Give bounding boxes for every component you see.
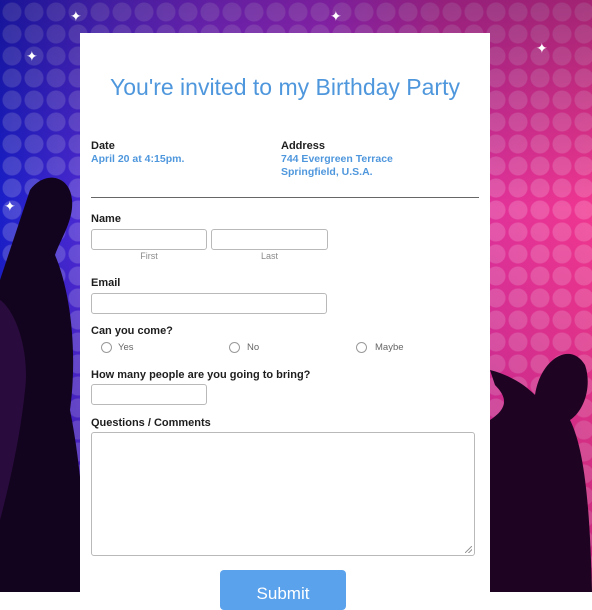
- dancer-silhouette-left: [0, 177, 88, 592]
- sparkle-icon: ✦: [536, 40, 548, 56]
- attend-label: Can you come?: [91, 325, 173, 337]
- email-label: Email: [91, 277, 121, 289]
- radio-maybe[interactable]: [356, 342, 367, 353]
- address-line-2: Springfield, U.S.A.: [281, 166, 373, 178]
- radio-yes-label: Yes: [118, 342, 134, 353]
- sparkle-icon: ✦: [330, 8, 342, 24]
- last-name-input[interactable]: [211, 229, 328, 250]
- section-divider: [91, 197, 479, 198]
- radio-maybe-label: Maybe: [375, 342, 404, 353]
- sparkle-icon: ✦: [26, 48, 38, 64]
- page-title: You're invited to my Birthday Party: [110, 74, 460, 100]
- comments-textarea[interactable]: [91, 432, 475, 556]
- comments-label: Questions / Comments: [91, 417, 211, 429]
- guests-label: How many people are you going to bring?: [91, 369, 311, 381]
- first-name-input[interactable]: [91, 229, 207, 250]
- name-label: Name: [91, 213, 121, 225]
- radio-yes[interactable]: [101, 342, 112, 353]
- radio-no[interactable]: [229, 342, 240, 353]
- sparkle-icon: ✦: [70, 8, 82, 24]
- email-input[interactable]: [91, 293, 327, 314]
- dancer-silhouette-right: [490, 353, 592, 592]
- first-name-sublabel: First: [140, 251, 158, 261]
- address-label: Address: [281, 140, 326, 152]
- address-line-1: 744 Evergreen Terrace: [281, 153, 393, 165]
- date-value: April 20 at 4:15pm.: [91, 153, 185, 165]
- last-name-sublabel: Last: [260, 251, 278, 261]
- sparkle-icon: ✦: [4, 198, 16, 214]
- resize-handle-icon[interactable]: [465, 546, 472, 553]
- radio-no-label: No: [247, 342, 260, 353]
- guests-count-input[interactable]: [91, 384, 207, 405]
- date-label: Date: [91, 140, 115, 152]
- submit-button[interactable]: Submit: [220, 570, 346, 610]
